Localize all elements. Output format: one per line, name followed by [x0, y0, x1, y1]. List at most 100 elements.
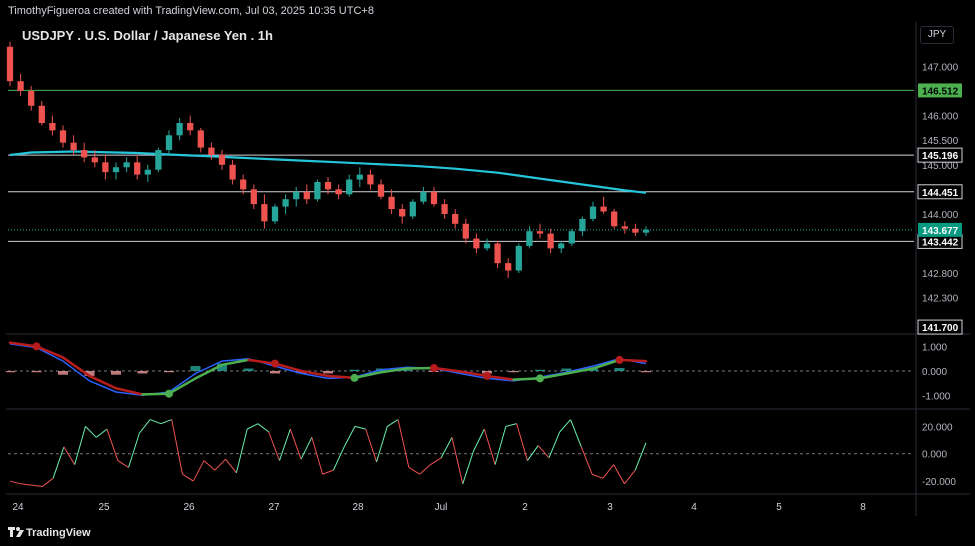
candle-12[interactable] — [134, 162, 141, 175]
candle-15[interactable] — [165, 135, 173, 151]
price-tick-3: 145.000 — [922, 161, 959, 172]
candle-36[interactable] — [388, 196, 395, 210]
osc-segment-56 — [613, 464, 625, 485]
candle-1[interactable] — [17, 81, 24, 92]
candle-35[interactable] — [377, 184, 385, 197]
osc-segment-6 — [74, 426, 86, 465]
candle-30[interactable] — [324, 182, 332, 190]
osc-segment-52 — [570, 419, 582, 448]
candle-41[interactable] — [441, 204, 448, 214]
candle-48[interactable] — [515, 245, 522, 271]
macd-cross-dot-7[interactable] — [615, 355, 624, 364]
candle-10[interactable] — [112, 167, 120, 173]
candle-19[interactable] — [208, 147, 215, 155]
osc-segment-58 — [634, 442, 647, 471]
osc-segment-24 — [268, 431, 280, 461]
candle-39[interactable] — [420, 191, 427, 202]
candle-37[interactable] — [399, 209, 406, 217]
candle-9[interactable] — [102, 162, 109, 173]
candle-32[interactable] — [346, 179, 353, 195]
candle-2[interactable] — [28, 91, 35, 106]
candle-21[interactable] — [229, 164, 236, 180]
candle-54[interactable] — [579, 218, 586, 232]
candle-17[interactable] — [187, 122, 194, 131]
osc-segment-38 — [419, 464, 431, 475]
candle-43[interactable] — [462, 223, 469, 239]
candle-11[interactable] — [123, 162, 130, 168]
candle-28[interactable] — [303, 191, 310, 200]
price-tick-1: 146.000 — [922, 112, 959, 123]
macd-cross-dot-3[interactable] — [350, 373, 359, 382]
candle-18[interactable] — [197, 130, 204, 148]
candle-58[interactable] — [621, 226, 628, 229]
chart-svg[interactable]: 146.512145.196144.451143.442141.700147.0… — [5, 22, 970, 516]
candle-34[interactable] — [367, 174, 374, 185]
osc-tick-2: -20.000 — [922, 477, 956, 488]
candle-31[interactable] — [335, 189, 342, 195]
candle-60[interactable] — [642, 229, 650, 233]
macd-fast-line[interactable] — [9, 343, 647, 396]
candle-4[interactable] — [49, 122, 56, 131]
candle-7[interactable] — [81, 150, 88, 158]
chart-frame[interactable]: 146.512 145.196 144.451 143.442 141.700 147.0… — [5, 22, 970, 516]
macd-histogram-bar-13 — [349, 369, 360, 371]
candle-26[interactable] — [282, 199, 289, 207]
candle-23[interactable] — [250, 189, 257, 205]
candle-38[interactable] — [409, 201, 416, 217]
candle-59[interactable] — [632, 228, 639, 233]
candle-3[interactable] — [38, 105, 45, 123]
osc-segment-1 — [20, 483, 32, 486]
candle-51[interactable] — [547, 233, 554, 249]
osc-segment-2 — [31, 484, 43, 488]
macd-cross-dot-6[interactable] — [536, 374, 544, 383]
candle-44[interactable] — [473, 238, 480, 249]
candle-49[interactable] — [526, 231, 533, 246]
candle-55[interactable] — [589, 206, 597, 219]
macd-cross-dot-1[interactable] — [165, 389, 173, 398]
candle-33[interactable] — [356, 174, 363, 180]
candle-8[interactable] — [91, 157, 98, 163]
candle-40[interactable] — [430, 191, 438, 205]
candle-46[interactable] — [494, 243, 501, 264]
macd-cross-dot-2[interactable] — [271, 359, 279, 368]
candle-47[interactable] — [505, 263, 512, 271]
macd-cross-dot-0[interactable] — [32, 342, 41, 351]
symbol-title[interactable]: USDJPY . U.S. Dollar / Japanese Yen . 1h — [22, 28, 273, 43]
osc-tick-1: 0.000 — [922, 450, 947, 461]
candle-42[interactable] — [452, 213, 459, 224]
candle-14[interactable] — [155, 150, 162, 170]
osc-segment-8 — [95, 428, 108, 438]
osc-segment-41 — [451, 437, 464, 484]
candle-5[interactable] — [59, 130, 67, 143]
osc-segment-11 — [128, 433, 140, 468]
time-label-4: 28 — [352, 502, 364, 513]
candle-0[interactable] — [6, 46, 14, 82]
candle-25[interactable] — [271, 206, 279, 222]
macd-cross-dot-5[interactable] — [483, 371, 491, 380]
macd-histogram-bar-0 — [5, 371, 15, 373]
candle-20[interactable] — [218, 154, 226, 165]
candle-6[interactable] — [70, 142, 77, 151]
candle-29[interactable] — [314, 182, 321, 200]
candle-45[interactable] — [483, 243, 491, 249]
candle-24[interactable] — [261, 204, 268, 222]
macd-histogram-bar-1 — [31, 371, 42, 373]
macd-histogram-bar-2 — [58, 371, 68, 375]
osc-segment-34 — [376, 426, 388, 463]
candle-56[interactable] — [600, 206, 607, 212]
candle-16[interactable] — [176, 122, 183, 136]
level-label-2: 144.451 — [922, 188, 959, 199]
candle-27[interactable] — [293, 191, 300, 200]
osc-segment-29 — [322, 469, 334, 475]
macd-cross-dot-4[interactable] — [430, 364, 438, 373]
macd-histogram-bar-23 — [614, 368, 625, 371]
currency-badge[interactable]: JPY — [920, 26, 954, 44]
candle-53[interactable] — [568, 231, 575, 244]
candle-50[interactable] — [536, 231, 544, 234]
candle-22[interactable] — [240, 179, 247, 190]
candle-52[interactable] — [558, 243, 565, 249]
osc-segment-45 — [494, 426, 507, 465]
candle-57[interactable] — [611, 211, 618, 227]
time-label-5: Jul — [435, 502, 448, 513]
candle-13[interactable] — [144, 169, 151, 175]
